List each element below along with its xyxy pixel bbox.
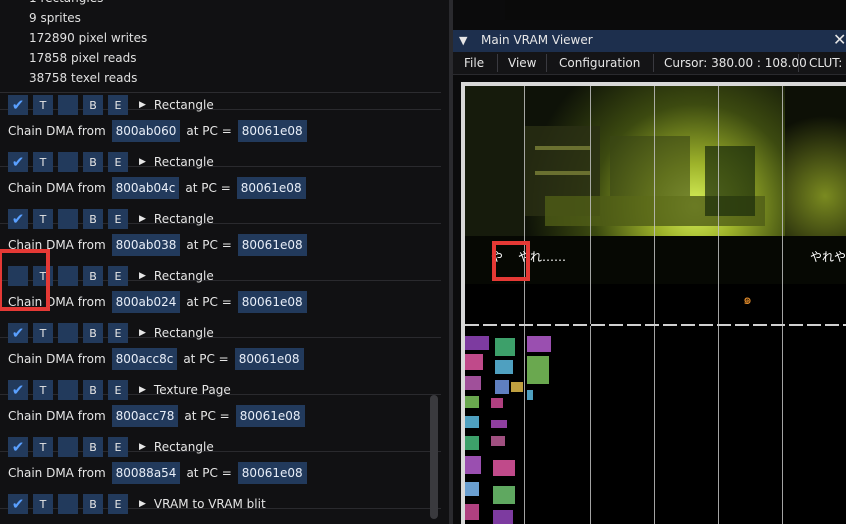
- gpu-stats: 1 rectangles 9 sprites 172890 pixel writ…: [29, 0, 147, 88]
- vram-texture-atlas: [465, 336, 551, 524]
- menu-separator: [798, 54, 799, 72]
- pc-address-field[interactable]: 80061e08: [234, 348, 304, 370]
- command-header: Chain DMA from 800acc8c at PC = 80061e08: [8, 348, 304, 370]
- command-header: Chain DMA from 800ab038 at PC = 80061e08: [8, 234, 307, 256]
- command-type[interactable]: VRAM to VRAM blit: [154, 497, 266, 511]
- command-entry[interactable]: Chain DMA from 800ab04c at PC = 80061e08 ✔ T B…: [0, 167, 441, 229]
- vram-window-titlebar[interactable]: ▼ Main VRAM Viewer ✕: [453, 30, 846, 52]
- menu-separator: [653, 54, 654, 72]
- menu-separator: [497, 54, 498, 72]
- vram-canvas[interactable]: や やれ…… やれや ๑: [461, 82, 846, 524]
- stat-texel-reads: 38758 texel reads: [29, 71, 138, 85]
- clut-readout: CLUT: 0: [809, 56, 846, 70]
- command-entry[interactable]: Chain DMA from 800ab060 at PC = 80061e08 ✔ T B…: [0, 110, 441, 172]
- pc-label: at PC =: [186, 295, 232, 309]
- close-icon[interactable]: ✕: [833, 30, 846, 49]
- dma-address-field[interactable]: 800ab024: [111, 291, 181, 313]
- dma-address-field[interactable]: 800ab060: [111, 120, 181, 142]
- dma-address-field[interactable]: 800acc8c: [111, 348, 178, 370]
- expand-arrow-icon[interactable]: ▶: [139, 100, 146, 110]
- window-title: Main VRAM Viewer: [481, 33, 593, 47]
- stat-pixel-reads: 17858 pixel reads: [29, 51, 137, 65]
- menu-configuration[interactable]: Configuration: [559, 56, 640, 70]
- dma-address-field[interactable]: 800ab04c: [111, 177, 180, 199]
- vram-page-line: [782, 86, 783, 524]
- dma-address-field[interactable]: 800ab038: [111, 234, 181, 256]
- expand-arrow-icon[interactable]: ▶: [139, 328, 146, 338]
- command-entry[interactable]: Chain DMA from 800acc78 at PC = 80061e08 ✔ T B…: [0, 395, 441, 457]
- menu-file[interactable]: File: [464, 56, 484, 70]
- vram-page-line: [654, 86, 655, 524]
- stat-sprites: 9 sprites: [29, 11, 81, 25]
- command-entry[interactable]: Chain DMA from800ab074at PC =80061e08✔TB…: [0, 93, 441, 115]
- collapse-triangle-icon[interactable]: ▼: [459, 34, 467, 47]
- pc-address-field[interactable]: 80061e08: [235, 405, 305, 427]
- expand-arrow-icon[interactable]: ▶: [139, 214, 146, 224]
- command-header: Chain DMA from 800ab04c at PC = 80061e08: [8, 177, 306, 199]
- command-entry[interactable]: Chain DMA from 800acc8c at PC = 80061e08 ✔ T B…: [0, 338, 441, 400]
- flag-e-checkbox[interactable]: E: [108, 494, 128, 514]
- command-header: Chain DMA from 800ab024 at PC = 80061e08: [8, 291, 307, 313]
- command-entry[interactable]: Chain DMA from 80088a54 at PC = 80061e08 ✔ T B…: [0, 452, 441, 514]
- command-header: Chain DMA from 800ab060 at PC = 80061e08: [8, 120, 307, 142]
- stat-pixel-writes: 172890 pixel writes: [29, 31, 148, 45]
- pc-label: at PC =: [184, 409, 230, 423]
- command-header: Chain DMA from 800acc78 at PC = 80061e08: [8, 405, 305, 427]
- pc-address-field[interactable]: 80061e08: [237, 234, 307, 256]
- flag-blank-checkbox[interactable]: [58, 494, 78, 514]
- command-controls: ✔ T B E ▶ VRAM to VRAM blit: [8, 494, 266, 514]
- pc-label: at PC =: [186, 238, 232, 252]
- expand-arrow-icon[interactable]: ▶: [139, 499, 146, 509]
- gpu-log-panel: 1 rectangles 9 sprites 172890 pixel writ…: [0, 0, 449, 524]
- pc-label: at PC =: [186, 124, 232, 138]
- expand-arrow-icon[interactable]: ▶: [139, 271, 146, 281]
- chain-dma-label: Chain DMA from: [8, 352, 106, 366]
- menu-separator: [546, 54, 547, 72]
- highlight-box: [0, 249, 50, 311]
- vram-page-line: [590, 86, 591, 524]
- pc-address-field[interactable]: 80061e08: [237, 120, 307, 142]
- chain-dma-label: Chain DMA from: [8, 124, 106, 138]
- expand-arrow-icon[interactable]: ▶: [139, 442, 146, 452]
- highlight-box: [492, 241, 530, 281]
- chain-dma-label: Chain DMA from: [8, 409, 106, 423]
- expand-arrow-icon[interactable]: ▶: [139, 385, 146, 395]
- swirl-icon: ๑: [743, 292, 752, 308]
- menu-view[interactable]: View: [508, 56, 536, 70]
- command-header: Chain DMA from 80088a54 at PC = 80061e08: [8, 462, 307, 484]
- cursor-readout: Cursor: 380.00 : 108.00: [664, 56, 807, 70]
- command-entry[interactable]: Chain DMA from 800ab024 at PC = 80061e08 ✔ T B…: [0, 281, 441, 343]
- command-list[interactable]: Chain DMA from800ab074at PC =80061e08✔TB…: [0, 92, 441, 524]
- vram-page-divider: [465, 324, 846, 326]
- command-entry[interactable]: Chain DMA from 800ab038 at PC = 80061e08 T B E…: [0, 224, 441, 286]
- top-window-strip: [505, 0, 846, 20]
- chain-dma-label: Chain DMA from: [8, 466, 106, 480]
- chain-dma-label: Chain DMA from: [8, 181, 106, 195]
- scrollbar-thumb[interactable]: [430, 395, 438, 519]
- pc-address-field[interactable]: 80061e08: [237, 462, 307, 484]
- pc-address-field[interactable]: 80061e08: [236, 177, 306, 199]
- pc-label: at PC =: [183, 352, 229, 366]
- vram-page-line: [718, 86, 719, 524]
- pc-label: at PC =: [185, 181, 231, 195]
- expand-arrow-icon[interactable]: ▶: [139, 157, 146, 167]
- pc-label: at PC =: [186, 466, 232, 480]
- dma-address-field[interactable]: 80088a54: [111, 462, 181, 484]
- enable-checkbox[interactable]: ✔: [8, 494, 28, 514]
- pc-address-field[interactable]: 80061e08: [237, 291, 307, 313]
- menu-bar: File View Configuration Cursor: 380.00 :…: [453, 52, 846, 75]
- dma-address-field[interactable]: 800acc78: [111, 405, 179, 427]
- flag-b-checkbox[interactable]: B: [83, 494, 103, 514]
- flag-t-checkbox[interactable]: T: [33, 494, 53, 514]
- stat-rectangles: 1 rectangles: [29, 0, 147, 8]
- vram-scene-image: [465, 86, 846, 324]
- dialog-text-duplicate: やれや: [810, 250, 846, 264]
